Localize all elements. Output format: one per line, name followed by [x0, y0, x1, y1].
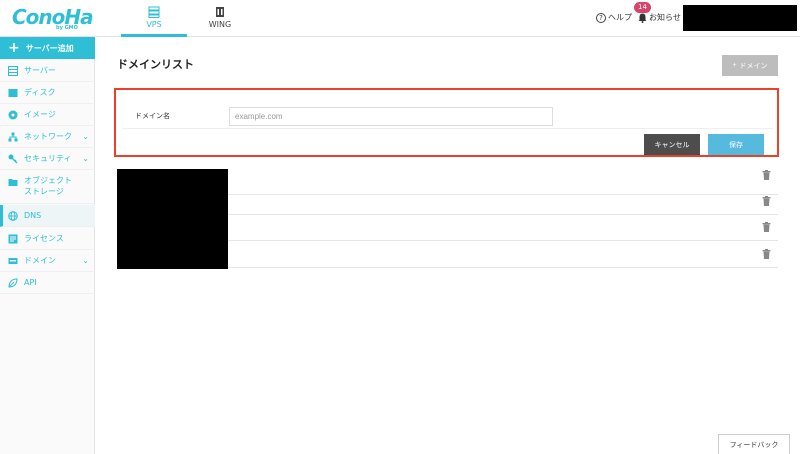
add-server-button[interactable]: + サーバー追加 [0, 37, 95, 59]
tab-wing-label: WING [208, 20, 232, 29]
chevron-down-icon: ⌄ [82, 256, 89, 265]
chevron-down-icon: ⌄ [82, 154, 89, 163]
trash-icon[interactable] [762, 222, 771, 232]
sidebar-item-label: イメージ [24, 110, 56, 119]
top-header: ConoHa by GMO VPS WING ? ヘルプ 14 お知らせ [0, 0, 800, 37]
sidebar-item-label: ディスク [24, 88, 56, 97]
logo-text: ConoHa [12, 5, 94, 29]
logo-subtext: by GMO [56, 25, 78, 31]
sidebar-item-label: ライセンス [24, 234, 64, 243]
wing-building-icon [216, 7, 224, 17]
sidebar-item-server[interactable]: サーバー [0, 60, 95, 82]
domain-icon [8, 257, 18, 264]
license-icon [8, 234, 18, 243]
page-title: ドメインリスト [117, 58, 194, 71]
sidebar-item-dns[interactable]: DNS [0, 205, 95, 227]
sidebar-item-api[interactable]: API [0, 272, 95, 294]
bell-icon [638, 13, 647, 23]
server-icon [8, 65, 18, 76]
account-menu[interactable] [683, 5, 797, 31]
chevron-down-icon: ⌄ [82, 132, 89, 141]
add-domain-button[interactable]: + ドメイン [722, 55, 778, 76]
key-icon [8, 154, 18, 163]
domain-name-input[interactable] [229, 107, 553, 126]
plus-icon: + [732, 62, 737, 69]
api-leaf-icon [8, 277, 18, 288]
server-stack-icon [148, 6, 160, 18]
add-domain-form: ドメイン名 キャンセル 保存 [114, 88, 779, 157]
tab-wing[interactable]: WING [187, 0, 253, 37]
trash-icon[interactable] [762, 249, 771, 259]
sidebar-item-label: API [24, 278, 37, 287]
sidebar-item-label: DNS [24, 211, 42, 220]
add-server-label: サーバー追加 [25, 43, 74, 53]
sidebar-item-label: サーバー [24, 66, 56, 75]
notice-link[interactable]: お知らせ [638, 12, 681, 23]
help-link[interactable]: ? ヘルプ [596, 12, 632, 23]
sidebar-item-label: ドメイン [24, 256, 56, 265]
sidebar-item-label: オブジェクト [24, 176, 72, 185]
conoha-logo[interactable]: ConoHa by GMO [12, 5, 94, 33]
sidebar-item-label-line2: ストレージ [24, 187, 64, 196]
notice-label: お知らせ [649, 13, 681, 22]
sidebar-item-security[interactable]: セキュリティ ⌄ [0, 148, 95, 170]
cancel-button[interactable]: キャンセル [644, 134, 700, 155]
add-domain-label: ドメイン [739, 62, 768, 70]
disk-icon [8, 88, 18, 97]
sidebar-item-image[interactable]: イメージ [0, 104, 95, 126]
save-button[interactable]: 保存 [708, 134, 764, 155]
question-icon: ? [596, 12, 606, 23]
sidebar-item-license[interactable]: ライセンス [0, 228, 95, 250]
sidebar-item-label: セキュリティ [24, 154, 72, 163]
trash-icon[interactable] [762, 170, 771, 180]
sidebar-item-label: ネットワーク [24, 132, 72, 141]
sidebar-item-network[interactable]: ネットワーク ⌄ [0, 126, 95, 148]
sidebar-item-domain[interactable]: ドメイン ⌄ [0, 250, 95, 272]
network-icon [8, 132, 18, 141]
sidebar-item-label-group: オブジェクト ストレージ [24, 175, 72, 197]
trash-icon[interactable] [762, 196, 771, 206]
help-label: ヘルプ [608, 13, 632, 22]
image-icon [8, 110, 18, 119]
globe-icon [8, 210, 18, 221]
tab-vps-label: VPS [146, 20, 162, 29]
sidebar-item-object-storage[interactable]: オブジェクト ストレージ [0, 170, 95, 204]
sidebar-item-disk[interactable]: ディスク [0, 82, 95, 104]
redacted-domain-names [117, 169, 228, 269]
folder-icon [8, 179, 18, 186]
tab-vps[interactable]: VPS [121, 0, 187, 37]
domain-name-label: ドメイン名 [135, 112, 170, 120]
form-divider [122, 128, 773, 129]
plus-icon: + [8, 40, 20, 56]
feedback-button[interactable]: フィードバック [718, 434, 790, 454]
sidebar: + サーバー追加 サーバー ディスク イメージ ネットワーク ⌄ セキュリティ … [0, 37, 95, 454]
